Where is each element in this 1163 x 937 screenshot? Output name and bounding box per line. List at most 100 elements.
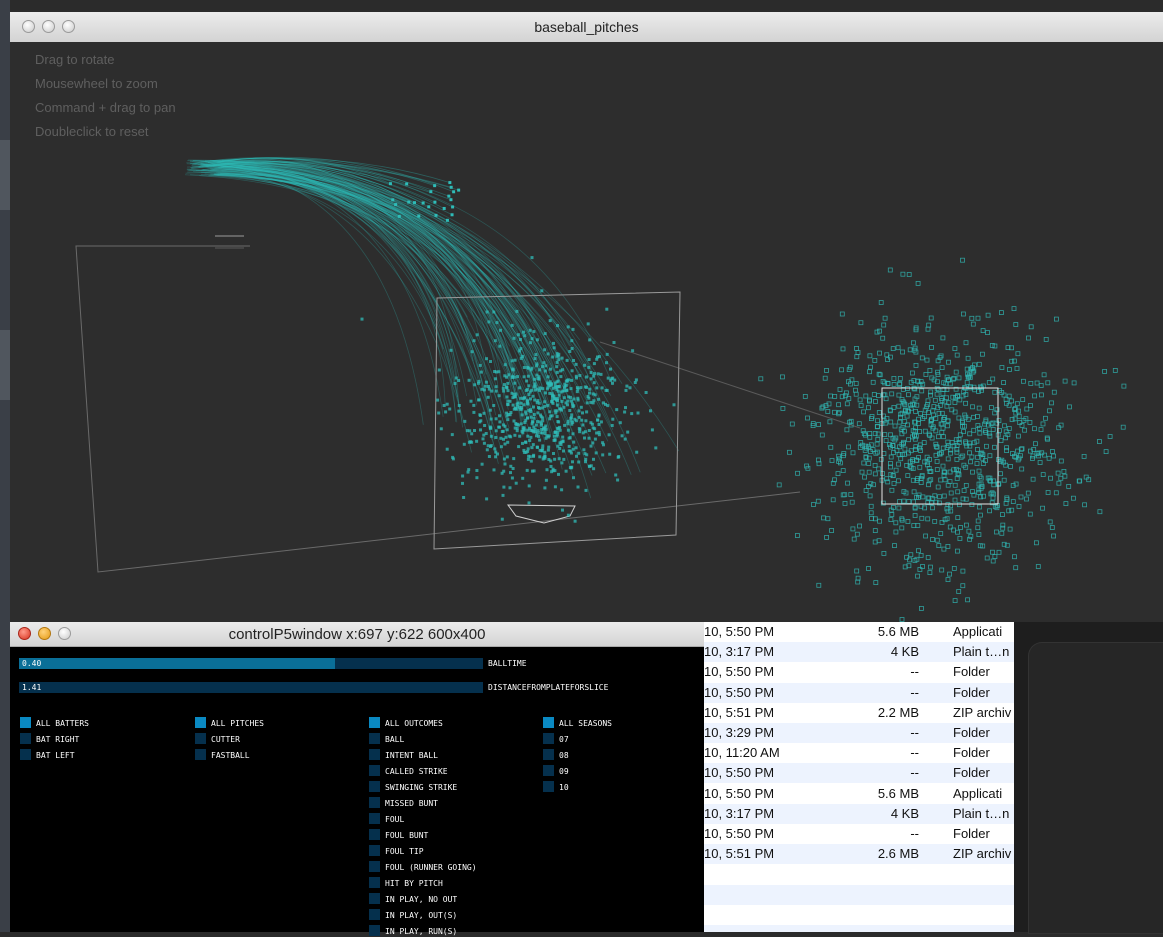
pitch-point: [1103, 449, 1109, 455]
finder-size: 2.6 MB: [877, 846, 919, 862]
toggle-label: SWINGING STRIKE: [385, 783, 458, 792]
toggle-box[interactable]: [369, 797, 380, 808]
pitch-point: [427, 205, 431, 209]
balltime-slider[interactable]: 0.40: [19, 658, 483, 669]
toggle-box[interactable]: [20, 733, 31, 744]
finder-date: 10, 3:29 PM: [704, 725, 775, 740]
plate-plane-edge: [599, 341, 861, 429]
finder-row[interactable]: 10, 3:17 PM 4 KB Plain t…n: [704, 803, 1014, 824]
controlp5-window[interactable]: controlP5window x:697 y:622 600x400 0.40…: [10, 622, 704, 936]
pitch-point: [487, 385, 490, 388]
pitch-point: [939, 429, 945, 435]
toggle-box[interactable]: [20, 749, 31, 760]
toggle-box[interactable]: [369, 733, 380, 744]
toggle-box[interactable]: [195, 733, 206, 744]
toggle-box[interactable]: [195, 749, 206, 760]
toggle-box[interactable]: [543, 749, 554, 760]
pitch-point: [821, 515, 826, 521]
pitch-point: [868, 503, 874, 509]
pitch-point: [463, 419, 467, 423]
finder-date: 10, 5:50 PM: [704, 826, 775, 841]
pitch-point: [915, 573, 920, 579]
finder-row[interactable]: 10, 5:50 PM 5.6 MB Applicati: [704, 622, 1014, 642]
pitch-point: [542, 361, 546, 365]
toggle-box[interactable]: [369, 861, 380, 872]
pitch-point: [462, 442, 466, 446]
pitch-point: [980, 328, 986, 334]
pitch-point: [457, 409, 461, 413]
pitch-point: [1058, 475, 1064, 481]
pitch-point: [891, 375, 897, 381]
pitch-point: [839, 367, 844, 373]
toggle-label: CALLED STRIKE: [385, 767, 448, 776]
pitch-point: [901, 498, 907, 504]
finder-list[interactable]: 10, 5:50 PM 5.6 MB Applicati 10, 3:17 PM 4 K…: [704, 622, 1014, 932]
sketch-titlebar[interactable]: baseball_pitches: [10, 12, 1163, 43]
pitch-point: [549, 414, 553, 418]
sketch-window[interactable]: baseball_pitches Drag to rotate Mousewhe…: [10, 12, 1163, 622]
pitch-point: [938, 531, 944, 536]
pitch-point: [546, 381, 550, 385]
distance-slider[interactable]: 1.41: [19, 682, 483, 693]
pitch-point: [560, 356, 564, 360]
pitch-point: [543, 400, 547, 404]
pitch-point: [583, 363, 587, 367]
toggle-box[interactable]: [369, 813, 380, 824]
pitch-3d-canvas[interactable]: Drag to rotate Mousewheel to zoom Comman…: [10, 42, 1163, 622]
toggle-box[interactable]: [543, 733, 554, 744]
toggle-box[interactable]: [369, 765, 380, 776]
pitch-point: [1004, 445, 1009, 451]
pitch-point: [859, 469, 865, 475]
finder-row[interactable]: 10, 5:50 PM -- Folder: [704, 682, 1014, 703]
toggle-box[interactable]: [20, 717, 31, 728]
pitch-point: [575, 376, 578, 380]
controlp5-titlebar[interactable]: controlP5window x:697 y:622 600x400: [10, 622, 704, 647]
finder-row[interactable]: 10, 5:51 PM 2.2 MB ZIP archiv: [704, 703, 1014, 723]
toggle-box[interactable]: [369, 909, 380, 920]
toggle-label: FOUL TIP: [385, 847, 424, 856]
pitch-point: [635, 450, 639, 454]
toggle-box[interactable]: [543, 781, 554, 792]
toggle-box[interactable]: [369, 749, 380, 760]
finder-row[interactable]: 10, 3:29 PM -- Folder: [704, 723, 1014, 743]
pitch-point: [487, 455, 491, 458]
finder-row[interactable]: 10, 5:50 PM -- Folder: [704, 662, 1014, 682]
toggle-box[interactable]: [369, 829, 380, 840]
toggle-label: ALL SEASONS: [559, 719, 612, 728]
pitch-point: [1050, 449, 1055, 454]
pitch-point: [536, 399, 540, 403]
pitch-point: [1013, 322, 1019, 327]
pitch-point: [867, 397, 872, 403]
finder-row[interactable]: 10, 11:20 AM -- Folder: [704, 743, 1014, 763]
finder-size: --: [910, 684, 919, 700]
toggle-box[interactable]: [369, 925, 380, 936]
pitch-point: [998, 471, 1003, 477]
finder-row[interactable]: 10, 5:51 PM 2.6 MB ZIP archiv: [704, 844, 1014, 865]
pitch-point: [509, 464, 513, 468]
pitch-point: [397, 214, 401, 218]
pitch-point: [587, 436, 591, 440]
finder-row[interactable]: 10, 5:50 PM -- Folder: [704, 763, 1014, 784]
pitch-point: [1034, 380, 1040, 386]
pitch-point: [546, 403, 550, 407]
toggle-box[interactable]: [195, 717, 206, 728]
finder-row[interactable]: 10, 5:50 PM -- Folder: [704, 824, 1014, 844]
toggle-box[interactable]: [369, 845, 380, 856]
toggle-box[interactable]: [543, 765, 554, 776]
toggle-box[interactable]: [369, 781, 380, 792]
pitch-point: [527, 454, 531, 458]
pitch-point: [1040, 421, 1046, 427]
pitch-point: [1013, 481, 1019, 487]
pitch-point: [565, 388, 569, 392]
pitch-point: [519, 356, 523, 360]
toggle-box[interactable]: [369, 717, 380, 728]
pitch-point: [905, 519, 911, 524]
toggle-box[interactable]: [369, 893, 380, 904]
pitch-point: [485, 448, 489, 452]
finder-row[interactable]: 10, 3:17 PM 4 KB Plain t…n: [704, 642, 1014, 663]
pitch-point: [597, 414, 601, 418]
toggle-box[interactable]: [543, 717, 554, 728]
finder-row[interactable]: 10, 5:50 PM 5.6 MB Applicati: [704, 784, 1014, 804]
toggle-box[interactable]: [369, 877, 380, 888]
pitch-point: [527, 484, 531, 488]
